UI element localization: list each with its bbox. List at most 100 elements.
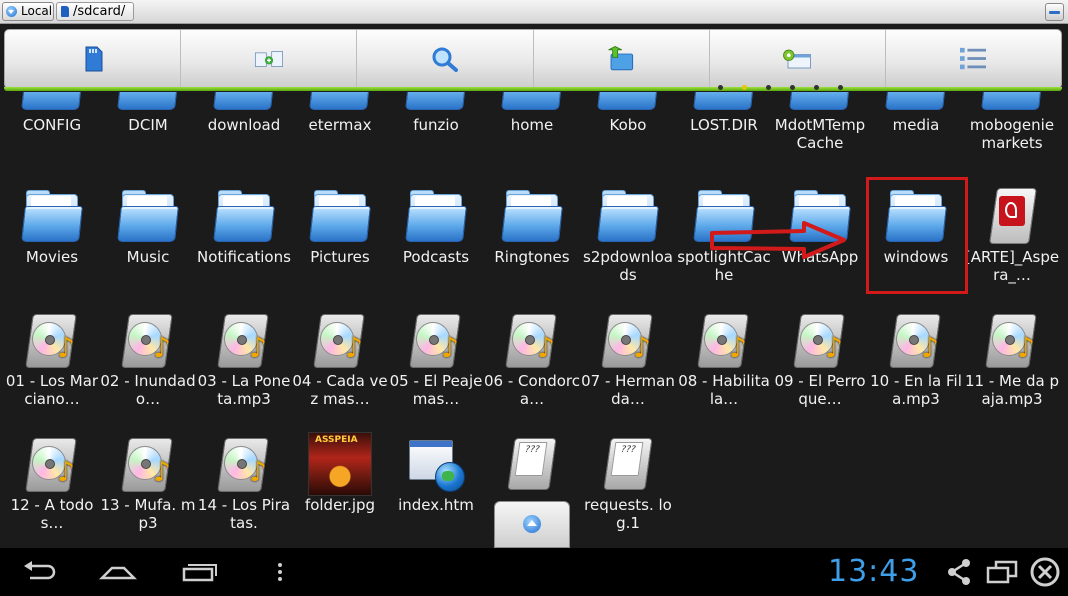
- file-label: [ARTE]_Aspera_…: [964, 248, 1060, 284]
- audio-file-icon: ♪: [21, 436, 83, 494]
- file-item[interactable]: ♪ 07 - Hermanda…: [580, 312, 676, 408]
- html-file-icon: [405, 436, 467, 494]
- audio-file-icon: ♪: [405, 312, 467, 370]
- audio-file-icon: ♪: [213, 312, 275, 370]
- file-item[interactable]: ♪ 13 - Mufa. mp3: [100, 436, 196, 532]
- file-label: etermax: [308, 116, 372, 134]
- share-icon[interactable]: [940, 556, 980, 588]
- folder-icon: [309, 92, 371, 114]
- folder-icon: [21, 188, 83, 246]
- text-icon-mark: ???: [514, 442, 548, 476]
- file-label: 06 - Condorca…: [484, 372, 580, 408]
- folder-icon: [693, 92, 755, 114]
- file-item[interactable]: MdotMTempCache: [772, 92, 868, 152]
- file-label: CONFIG: [22, 116, 82, 134]
- file-label: 04 - Cada vez mas…: [292, 372, 388, 408]
- file-label: 09 - El Perro que…: [774, 372, 866, 408]
- file-label: mobogenie markets: [969, 116, 1055, 152]
- file-item[interactable]: [ARTE]_Aspera_…: [964, 188, 1060, 284]
- file-label: 05 - El Peaje mas…: [389, 372, 483, 408]
- file-item[interactable]: Podcasts: [388, 188, 484, 266]
- audio-file-icon: ♪: [693, 312, 755, 370]
- folder-icon: [213, 188, 275, 246]
- image-file-icon: [308, 432, 372, 496]
- audio-file-icon: ♪: [309, 312, 371, 370]
- file-item[interactable]: home: [484, 92, 580, 134]
- file-label: Notifications: [197, 248, 291, 266]
- folder-icon: [117, 92, 179, 114]
- file-item[interactable]: ♪ 05 - El Peaje mas…: [388, 312, 484, 408]
- audio-file-icon: ♪: [501, 312, 563, 370]
- file-item[interactable]: DCIM: [100, 92, 196, 134]
- clock: 13:43: [828, 554, 920, 589]
- file-label: download: [207, 116, 281, 134]
- folder-icon: [789, 92, 851, 114]
- folder-icon: [117, 188, 179, 246]
- folder-icon: [501, 92, 563, 114]
- file-item[interactable]: LOST.DIR: [676, 92, 772, 134]
- file-item[interactable]: ♪ 04 - Cada vez mas…: [292, 312, 388, 408]
- file-label: Music: [126, 248, 170, 266]
- file-item[interactable]: ♪ 06 - Condorca…: [484, 312, 580, 408]
- file-label: Movies: [25, 248, 79, 266]
- file-label: media: [892, 116, 940, 134]
- folder-icon: [405, 188, 467, 246]
- file-item[interactable]: ♪ 12 - A todos…: [4, 436, 100, 532]
- text-file-icon: ???: [597, 436, 659, 494]
- file-item[interactable]: folder.jpg: [292, 432, 388, 514]
- file-item[interactable]: mobogenie markets: [964, 92, 1060, 152]
- file-label: 03 - La Poneta.mp3: [197, 372, 291, 408]
- file-item[interactable]: ♪ 14 - Los Piratas.: [196, 436, 292, 532]
- file-label: Podcasts: [402, 248, 470, 266]
- close-icon[interactable]: [1026, 556, 1066, 588]
- file-item[interactable]: ♪ 11 - Me da paja.mp3: [964, 312, 1060, 408]
- file-label: 08 - Habilita la…: [678, 372, 770, 408]
- file-item[interactable]: Music: [100, 188, 196, 266]
- folder-icon: [597, 92, 659, 114]
- file-item[interactable]: ♪ 08 - Habilita la…: [676, 312, 772, 408]
- file-item[interactable]: download: [196, 92, 292, 134]
- file-label: 12 - A todos…: [10, 496, 94, 532]
- file-item[interactable]: etermax: [292, 92, 388, 134]
- file-item[interactable]: funzio: [388, 92, 484, 134]
- file-item[interactable]: media: [868, 92, 964, 134]
- file-item[interactable]: s2pdownloads: [580, 188, 676, 284]
- home-icon[interactable]: [98, 556, 138, 588]
- file-item[interactable]: ♪ 10 - En la Fila.mp3: [868, 312, 964, 408]
- folder-icon: [21, 92, 83, 114]
- file-label: Pictures: [310, 248, 370, 266]
- file-item[interactable]: ♪ 01 - Los Marciano…: [4, 312, 100, 408]
- file-item[interactable]: ♪ 03 - La Poneta.mp3: [196, 312, 292, 408]
- screen-window-icon[interactable]: [982, 556, 1022, 588]
- file-label: funzio: [413, 116, 459, 134]
- file-item[interactable]: CONFIG: [4, 92, 100, 134]
- file-item[interactable]: Pictures: [292, 188, 388, 266]
- folder-icon: [405, 92, 467, 114]
- folder-icon: [213, 92, 275, 114]
- file-item[interactable]: ???: [484, 436, 580, 496]
- file-item[interactable]: Ringtones: [484, 188, 580, 266]
- audio-file-icon: ♪: [789, 312, 851, 370]
- file-item[interactable]: ♪ 02 - Inundado…: [100, 312, 196, 408]
- recent-apps-icon[interactable]: [180, 556, 220, 588]
- menu-icon[interactable]: [260, 556, 300, 588]
- file-label: requests. log.1: [584, 496, 672, 532]
- audio-file-icon: ♪: [117, 436, 179, 494]
- audio-file-icon: ♪: [213, 436, 275, 494]
- file-item[interactable]: ??? requests. log.1: [580, 436, 676, 532]
- file-item[interactable]: Movies: [4, 188, 100, 266]
- file-item[interactable]: Kobo: [580, 92, 676, 134]
- folder-icon: [885, 92, 947, 114]
- back-icon[interactable]: [20, 556, 60, 588]
- file-item[interactable]: Notifications: [196, 188, 292, 266]
- audio-file-icon: ♪: [21, 312, 83, 370]
- file-item[interactable]: index.htm: [388, 436, 484, 514]
- file-label: Kobo: [609, 116, 647, 134]
- text-file-icon: ???: [501, 436, 563, 494]
- file-label: home: [510, 116, 554, 134]
- folder-icon: [309, 188, 371, 246]
- scroll-up-button[interactable]: [494, 501, 570, 548]
- folder-icon: [981, 92, 1043, 114]
- file-label: 10 - En la Fila.mp3: [870, 372, 962, 408]
- file-item[interactable]: ♪ 09 - El Perro que…: [772, 312, 868, 408]
